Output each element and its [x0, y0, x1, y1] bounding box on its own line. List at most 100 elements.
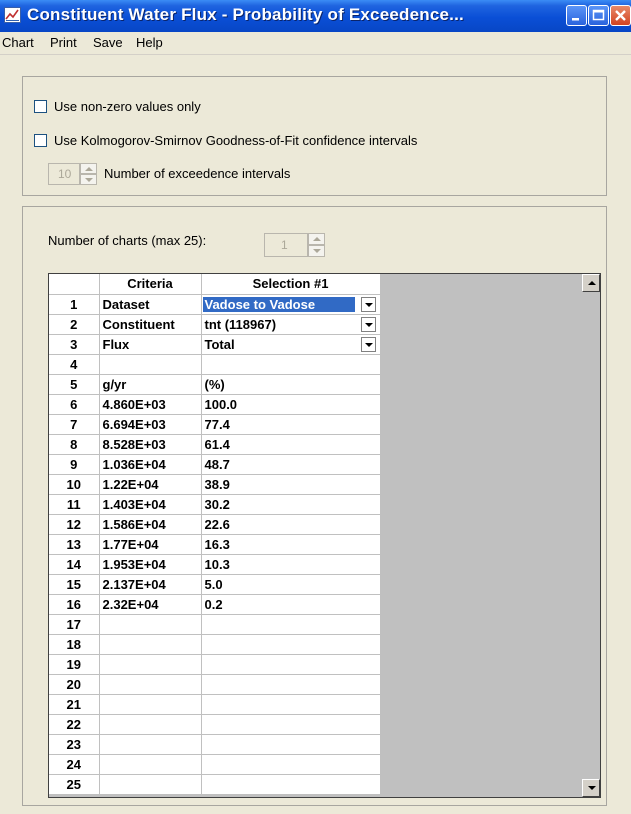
table-row: 10 1.22E+04 38.9: [49, 474, 381, 495]
criteria-cell[interactable]: 6.694E+03: [99, 414, 202, 435]
intervals-label: Number of exceedence intervals: [104, 166, 291, 181]
table-row: 7 6.694E+03 77.4: [49, 414, 381, 435]
selection-dropdown-cell[interactable]: Vadose to Vadose: [201, 294, 381, 315]
menu-help[interactable]: Help: [136, 35, 163, 50]
intervals-spinner[interactable]: 10: [48, 163, 80, 185]
scroll-down-button[interactable]: [582, 779, 600, 797]
chevron-up-icon: [85, 167, 93, 171]
row-number: 9: [49, 454, 100, 475]
selection-value: 22.6: [204, 516, 230, 532]
criteria-cell[interactable]: [99, 634, 202, 655]
table-row: 21: [49, 694, 381, 715]
selection-cell[interactable]: [201, 354, 381, 375]
table-row: 17: [49, 614, 381, 635]
table-row: 8 8.528E+03 61.4: [49, 434, 381, 455]
chart-count-value: 1: [281, 238, 288, 252]
table-row: 16 2.32E+04 0.2: [49, 594, 381, 615]
table-row: 5 g/yr (%): [49, 374, 381, 395]
menu-chart[interactable]: Chart: [2, 35, 34, 50]
criteria-cell[interactable]: Flux: [99, 334, 202, 355]
dropdown-arrow-icon[interactable]: [360, 336, 376, 352]
criteria-cell[interactable]: 1.22E+04: [99, 474, 202, 495]
selection-cell[interactable]: 0.2: [201, 594, 381, 615]
selection-cell[interactable]: 5.0: [201, 574, 381, 595]
selection-value: Total: [204, 336, 235, 352]
chart-count-spin-down[interactable]: [308, 245, 325, 257]
criteria-cell[interactable]: 4.860E+03: [99, 394, 202, 415]
selection-cell[interactable]: [201, 694, 381, 715]
row-number: 24: [49, 754, 100, 775]
selection-cell[interactable]: 61.4: [201, 434, 381, 455]
grid-header-row: Criteria Selection #1: [49, 274, 381, 295]
chart-count-spin-up[interactable]: [308, 233, 325, 245]
criteria-cell[interactable]: 1.403E+04: [99, 494, 202, 515]
selection-cell[interactable]: 38.9: [201, 474, 381, 495]
row-number: 21: [49, 694, 100, 715]
nonzero-checkbox[interactable]: [34, 100, 47, 113]
title-bar[interactable]: Constituent Water Flux - Probability of …: [0, 0, 631, 32]
criteria-cell[interactable]: 1.586E+04: [99, 514, 202, 535]
selection-cell[interactable]: 48.7: [201, 454, 381, 475]
maximize-button[interactable]: [588, 5, 609, 26]
selection-cell[interactable]: [201, 674, 381, 695]
selection-cell[interactable]: [201, 754, 381, 775]
criteria-cell[interactable]: [99, 674, 202, 695]
criteria-cell[interactable]: Constituent: [99, 314, 202, 335]
row-number: 2: [49, 314, 100, 335]
row-number: 4: [49, 354, 100, 375]
selection-cell[interactable]: 100.0: [201, 394, 381, 415]
menu-save[interactable]: Save: [93, 35, 123, 50]
row-number: 13: [49, 534, 100, 555]
intervals-spin-up[interactable]: [80, 163, 97, 174]
chevron-up-icon: [313, 237, 321, 241]
criteria-cell[interactable]: [99, 694, 202, 715]
selection-cell[interactable]: [201, 634, 381, 655]
criteria-cell[interactable]: g/yr: [99, 374, 202, 395]
selection-cell[interactable]: 16.3: [201, 534, 381, 555]
close-button[interactable]: [610, 5, 631, 26]
intervals-spin-down[interactable]: [80, 174, 97, 185]
criteria-cell[interactable]: [99, 614, 202, 635]
chart-count-spinner[interactable]: 1: [264, 233, 308, 257]
selection-cell[interactable]: 77.4: [201, 414, 381, 435]
criteria-cell[interactable]: [99, 354, 202, 375]
criteria-cell[interactable]: 1.036E+04: [99, 454, 202, 475]
criteria-cell[interactable]: [99, 714, 202, 735]
row-number: 22: [49, 714, 100, 735]
chevron-down-icon: [313, 249, 321, 253]
vertical-scrollbar[interactable]: [582, 274, 600, 797]
dropdown-arrow-icon[interactable]: [360, 316, 376, 332]
selection-value: 16.3: [204, 536, 230, 552]
criteria-cell[interactable]: 2.137E+04: [99, 574, 202, 595]
selection-cell[interactable]: [201, 654, 381, 675]
criteria-cell[interactable]: 1.77E+04: [99, 534, 202, 555]
scroll-up-button[interactable]: [582, 274, 600, 292]
ks-checkbox[interactable]: [34, 134, 47, 147]
dropdown-arrow-icon[interactable]: [360, 296, 376, 312]
selection-cell[interactable]: [201, 614, 381, 635]
criteria-cell[interactable]: [99, 734, 202, 755]
table-row: 13 1.77E+04 16.3: [49, 534, 381, 555]
selection-cell[interactable]: 22.6: [201, 514, 381, 535]
selection-cell[interactable]: 30.2: [201, 494, 381, 515]
criteria-cell[interactable]: 1.953E+04: [99, 554, 202, 575]
criteria-cell[interactable]: 8.528E+03: [99, 434, 202, 455]
criteria-cell[interactable]: 2.32E+04: [99, 594, 202, 615]
selection-cell[interactable]: 10.3: [201, 554, 381, 575]
selection-value: 5.0: [204, 576, 223, 592]
selection-dropdown-cell[interactable]: Total: [201, 334, 381, 355]
menu-print[interactable]: Print: [50, 35, 77, 50]
selection-cell[interactable]: [201, 734, 381, 755]
criteria-cell[interactable]: [99, 754, 202, 775]
minimize-button[interactable]: [566, 5, 587, 26]
row-number: 11: [49, 494, 100, 515]
row-number: 1: [49, 294, 100, 315]
selection-cell[interactable]: (%): [201, 374, 381, 395]
criteria-cell[interactable]: Dataset: [99, 294, 202, 315]
criteria-cell[interactable]: [99, 654, 202, 675]
selection-cell[interactable]: [201, 714, 381, 735]
criteria-cell[interactable]: [99, 774, 202, 795]
selection-cell[interactable]: [201, 774, 381, 795]
selection-dropdown-cell[interactable]: tnt (118967): [201, 314, 381, 335]
row-number: 14: [49, 554, 100, 575]
